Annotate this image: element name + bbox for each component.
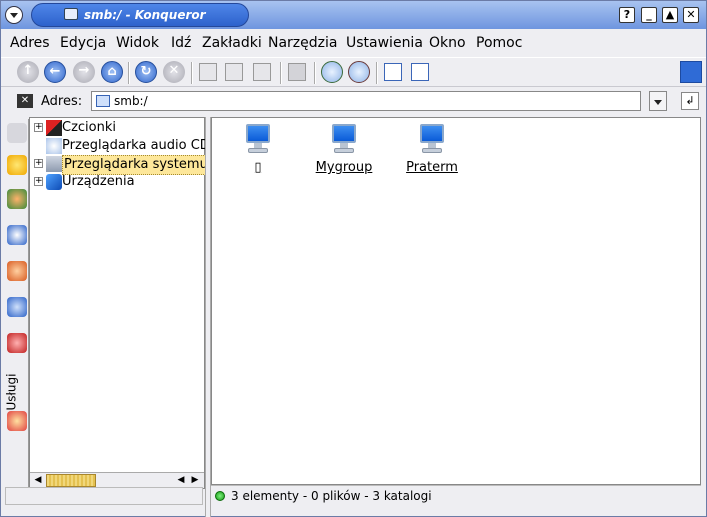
file-item-label: Mygroup <box>315 160 373 175</box>
zoom-out-icon[interactable] <box>348 61 370 83</box>
navigation-tree: + Czcionki Przeglądarka audio CD + Przeg… <box>29 117 210 489</box>
tree-item-label: Urządzenia <box>62 174 135 189</box>
menu-okno[interactable]: Okno <box>429 35 466 51</box>
location-history-dropdown[interactable] <box>649 91 667 111</box>
title-bar[interactable]: smb:/ - Konqueror ? _ ▲ ✕ <box>1 1 706 29</box>
home-icon[interactable]: ⌂ <box>101 61 123 83</box>
tree-view-icon[interactable] <box>411 63 429 81</box>
clear-location-icon[interactable]: ✕ <box>17 94 33 108</box>
menu-edycja[interactable]: Edycja <box>60 35 106 51</box>
minimize-button[interactable]: _ <box>641 7 657 23</box>
toolbar-separator <box>376 62 378 84</box>
expand-icon[interactable]: + <box>34 159 43 168</box>
konqueror-window: smb:/ - Konqueror ? _ ▲ ✕ Adres Edycja W… <box>0 0 707 517</box>
expand-icon[interactable]: + <box>34 123 43 132</box>
location-label: Adres: <box>41 94 83 109</box>
tree-horizontal-scrollbar[interactable]: ◀ ◀ ▶ <box>30 472 204 488</box>
menu-pomoc[interactable]: Pomoc <box>476 35 522 51</box>
scroll-right-icon[interactable]: ▶ <box>188 474 202 487</box>
main-toolbar: ↑ ← → ⌂ ↻ ✕ <box>1 57 706 87</box>
tree-item-label: Przeglądarka audio CD <box>62 138 210 153</box>
devices-icon <box>46 174 62 190</box>
sidebar-tab-pin-icon[interactable] <box>7 411 27 431</box>
sidebar-status <box>5 487 203 505</box>
status-text: 3 elementy - 0 plików - 3 katalogi <box>231 489 432 503</box>
sidebar-tabs: Usługi <box>4 119 29 489</box>
status-bar: 3 elementy - 0 plików - 3 katalogi <box>211 485 701 505</box>
menu-adres[interactable]: Adres <box>10 35 50 51</box>
reload-icon[interactable]: ↻ <box>135 61 157 83</box>
file-item-label: ▯ <box>254 160 262 175</box>
menu-zakladki[interactable]: Zakładki <box>202 35 262 51</box>
expand-icon[interactable]: + <box>34 177 43 186</box>
icon-view-icon[interactable] <box>384 63 402 81</box>
file-item-label: Praterm <box>406 160 458 175</box>
tree-item-label: Przeglądarka systemu <box>62 155 210 175</box>
toolbar-separator <box>191 62 193 84</box>
menu-widok[interactable]: Widok <box>116 35 159 51</box>
menu-idz[interactable]: Idź <box>171 35 191 51</box>
computer-icon <box>418 124 446 156</box>
toolbar-separator <box>314 62 316 84</box>
scroll-left-icon[interactable]: ◀ <box>174 474 188 487</box>
window-menu-button[interactable] <box>5 6 23 24</box>
sidebar-tab-config-icon[interactable] <box>7 123 27 143</box>
up-icon[interactable]: ↑ <box>17 61 39 83</box>
sidebar-tab-history-icon[interactable] <box>7 225 27 245</box>
sidebar-tab-root-icon[interactable] <box>7 333 27 353</box>
sidebar-tab-apps-icon[interactable] <box>7 189 27 209</box>
scrollbar-thumb[interactable] <box>46 474 96 487</box>
help-button[interactable]: ? <box>619 7 635 23</box>
computer-icon <box>244 124 272 156</box>
file-item[interactable]: ▯ <box>218 124 298 175</box>
location-bar: ✕ Adres: smb:/ ↲ <box>1 88 706 116</box>
location-input[interactable]: smb:/ <box>91 91 641 111</box>
print-icon[interactable] <box>288 63 306 81</box>
fonts-icon <box>46 120 62 136</box>
sidebar-tab-bookmarks-icon[interactable] <box>7 155 27 175</box>
sidebar-tab-home-icon[interactable] <box>7 261 27 281</box>
folder-icon <box>96 95 110 107</box>
scroll-left-icon[interactable]: ◀ <box>31 474 45 487</box>
sidebar-tab-network-icon[interactable] <box>7 297 27 317</box>
back-icon[interactable]: ← <box>44 61 66 83</box>
title-pill: smb:/ - Konqueror <box>31 3 249 27</box>
menu-narzedzia[interactable]: Narzędzia <box>268 35 337 51</box>
toolbar-separator <box>128 62 130 84</box>
gear-icon[interactable] <box>680 61 702 83</box>
menu-bar: Adres Edycja Widok Idź Zakładki Narzędzi… <box>1 31 706 55</box>
maximize-button[interactable]: ▲ <box>662 7 678 23</box>
zoom-in-icon[interactable] <box>321 61 343 83</box>
file-view: ▯ Mygroup Praterm <box>211 117 701 485</box>
cut-icon[interactable] <box>199 63 217 81</box>
file-item[interactable]: Praterm <box>392 124 472 175</box>
stop-icon[interactable]: ✕ <box>163 61 185 83</box>
paste-icon[interactable] <box>253 63 271 81</box>
menu-ustawienia[interactable]: Ustawienia <box>346 35 423 51</box>
audio-cd-icon <box>46 138 62 154</box>
status-ok-icon <box>215 491 225 501</box>
computer-icon <box>46 156 62 172</box>
forward-icon[interactable]: → <box>73 61 95 83</box>
location-value: smb:/ <box>114 94 148 108</box>
toolbar-separator <box>280 62 282 84</box>
copy-icon[interactable] <box>225 63 243 81</box>
go-button[interactable]: ↲ <box>681 92 699 110</box>
file-item[interactable]: Mygroup <box>304 124 384 175</box>
close-button[interactable]: ✕ <box>683 7 699 23</box>
tree-item-label: Czcionki <box>62 120 116 135</box>
folder-icon <box>64 8 78 20</box>
sidebar-tab-services-label: Usługi <box>4 373 19 411</box>
window-title: smb:/ - Konqueror <box>84 8 206 22</box>
computer-icon <box>330 124 358 156</box>
